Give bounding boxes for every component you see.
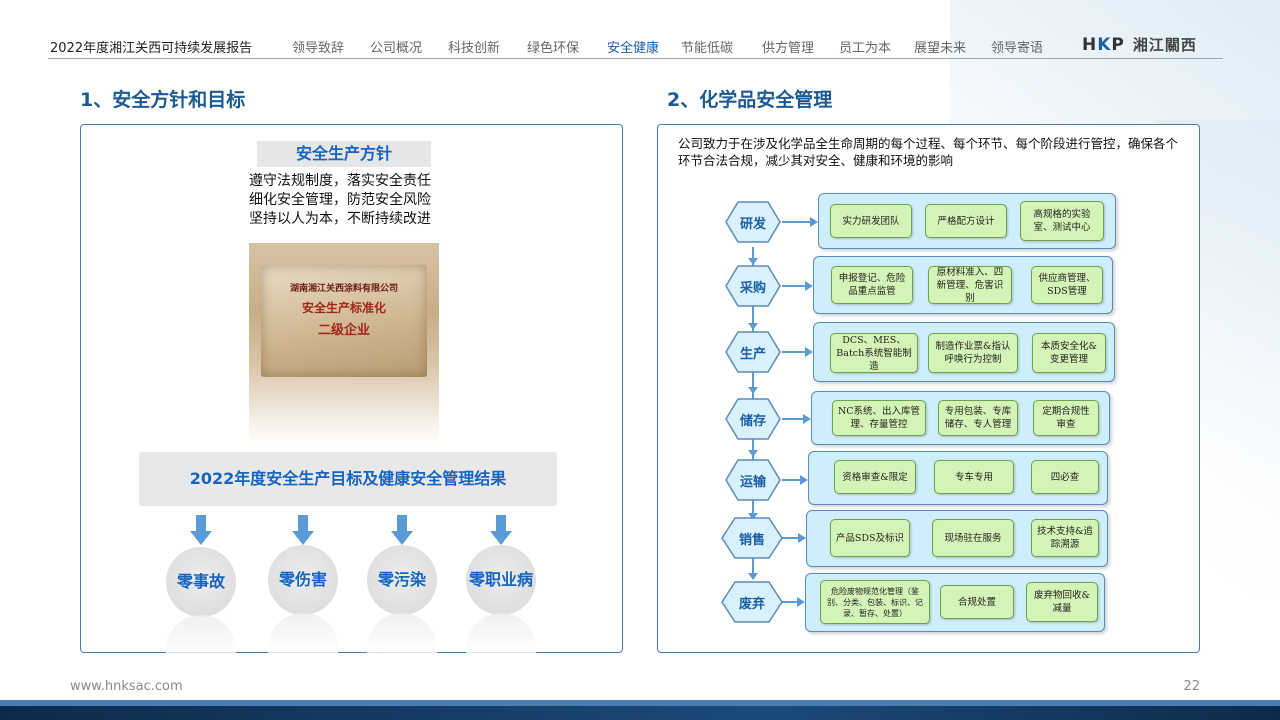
results-title-bar: 2022年度安全生产目标及健康安全管理结果 [139,452,557,506]
goal-zero-injury: 零伤害 [268,545,338,615]
safety-policy-panel: 安全生产方针 遵守法规制度，落实安全责任 细化安全管理，防范安全风险 坚持以人为… [80,124,623,655]
nav-item-people-first[interactable]: 员工为本 [839,37,891,56]
stage-sales: 销售 [738,533,765,548]
procurement-item: 申报登记、危险品重点监管 [831,266,913,304]
arrow-down-icon [292,515,314,545]
policy-line: 遵守法规制度，落实安全责任 [249,173,431,189]
plaque-board: 湖南湘江关西涂料有限公司 安全生产标准化 二级企业 [261,265,427,377]
procurement-item: 供应商管理、SDS管理 [1031,266,1103,304]
production-item: 本质安全化&变更管理 [1032,333,1106,373]
policy-lines: 遵守法规制度，落实安全责任 细化安全管理，防范安全风险 坚持以人为本，不断持续改… [249,172,431,229]
goal-reflection [367,613,437,653]
goal-zero-pollution: 零污染 [367,545,437,615]
stage-disposal: 废弃 [738,597,765,612]
goal-reflection [166,615,236,655]
plaque-company-name: 湖南湘江关西涂料有限公司 [289,284,398,294]
policy-line: 坚持以人为本，不断持续改进 [249,211,431,227]
logo-mark: HKP [1082,34,1125,55]
sales-item: 现场驻在服务 [932,519,1014,557]
disposal-item: 合规处置 [940,585,1014,619]
production-item: 制造作业票&指认呼唤行为控制 [928,333,1018,373]
safety-plaque-photo: 湖南湘江关西涂料有限公司 安全生产标准化 二级企业 [249,243,439,443]
nav-item-future-outlook[interactable]: 展望未来 [914,37,966,56]
stage-rnd: 研发 [739,217,766,232]
storage-item: NC系统、出入库管理、存量管控 [832,400,926,436]
procurement-item: 原材料准入、四新管理、危害识别 [928,266,1012,304]
nav-item-energy-saving[interactable]: 节能低碳 [681,37,733,56]
transport-item: 资格审查&限定 [834,460,916,494]
nav-item-company-overview[interactable]: 公司概况 [370,37,422,56]
page-number: 22 [1183,679,1200,694]
disposal-item: 废弃物回收&减量 [1026,582,1098,622]
policy-tag: 安全生产方针 [257,141,431,167]
chemical-management-panel: 公司致力于在涉及化学品全生命周期的每个过程、每个环节、每个阶段进行管控，确保各个… [657,124,1200,653]
nav-item-green-environment[interactable]: 绿色环保 [527,37,579,56]
rnd-item: 实力研发团队 [830,204,912,238]
report-title: 2022年度湘江关西可持续发展报告 [50,41,253,56]
right-section-title: 2、化学品安全管理 [667,89,833,111]
sales-item: 技术支持&追踪溯源 [1031,519,1099,557]
policy-line: 细化安全管理，防范安全风险 [249,192,431,208]
goal-reflection [466,613,536,653]
plaque-level: 二级企业 [317,323,370,338]
rnd-item: 高规格的实验室、测试中心 [1020,201,1104,241]
storage-item: 专用包装、专库储存、专人管理 [938,400,1018,436]
arrow-down-icon [391,515,413,545]
left-section-title: 1、安全方针和目标 [80,89,246,111]
arrow-down-icon [490,515,512,545]
nav-item-tech-innovation[interactable]: 科技创新 [448,37,500,56]
plaque-standard: 安全生产标准化 [301,301,386,315]
transport-item: 专车专用 [934,460,1014,494]
logo-text: 湘江關西 [1132,36,1197,54]
stage-transport: 运输 [739,475,766,490]
stage-production: 生产 [739,347,766,362]
header-divider [48,58,1223,59]
goal-zero-occupational-disease: 零职业病 [466,545,536,615]
nav-item-leadership-speech[interactable]: 领导致辞 [292,37,344,56]
stage-procurement: 采购 [739,281,766,296]
goal-reflection [268,613,338,653]
header: 2022年度湘江关西可持续发展报告 领导致辞 公司概况 科技创新 绿色环保 安全… [48,28,1223,62]
stage-storage: 储存 [739,414,766,429]
footer-dark-bar [0,706,1280,720]
sales-item: 产品SDS及标识 [830,519,910,557]
rnd-item: 严格配方设计 [925,204,1007,238]
nav-item-supplier-management[interactable]: 供方管理 [762,37,814,56]
transport-item: 四必查 [1031,460,1099,494]
nav-item-safety-health[interactable]: 安全健康 [607,37,659,56]
goal-zero-accident: 零事故 [166,547,236,617]
arrow-down-icon [190,515,212,545]
nav-item-leader-message[interactable]: 领导寄语 [991,37,1043,56]
production-item: DCS、MES、Batch系统智能制造 [830,333,918,373]
disposal-item: 危险废物规范化管理（鉴别、分类、包装、标识、记录、暂存、处置） [820,580,930,624]
storage-item: 定期合规性审查 [1033,400,1099,436]
company-logo: HKP 湘江關西 [1082,34,1197,55]
footer-website[interactable]: www.hnksac.com [70,679,183,694]
